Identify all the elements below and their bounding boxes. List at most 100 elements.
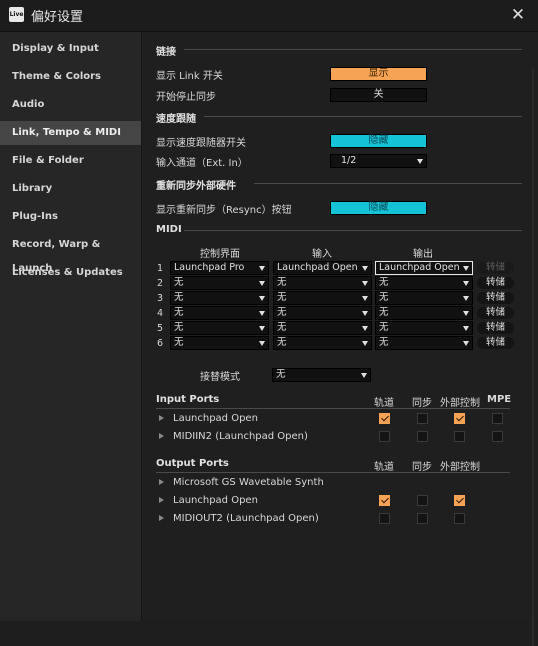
input-sync-checkbox[interactable]: [417, 413, 428, 424]
sidebar-item-plug-ins[interactable]: Plug-Ins: [0, 205, 141, 229]
scrollbar[interactable]: [532, 68, 534, 646]
show-tempo-follower-label: 显示速度跟随器开关: [156, 138, 246, 149]
midi-input-dropdown[interactable]: 无: [273, 306, 372, 320]
output-sync-checkbox[interactable]: [417, 513, 428, 524]
column-control-surface: 控制界面: [200, 249, 240, 260]
show-resync-toggle[interactable]: 隐藏: [330, 201, 427, 215]
dump-button[interactable]: 转储: [477, 307, 514, 319]
midi-output-dropdown[interactable]: 无: [375, 291, 473, 305]
output-track-checkbox[interactable]: [379, 495, 390, 506]
sidebar: Display & Input Theme & Colors Audio Lin…: [0, 32, 142, 621]
sidebar-item-link-tempo-midi[interactable]: Link, Tempo & MIDI: [0, 121, 141, 145]
input-remote-checkbox[interactable]: [454, 431, 465, 442]
divider: [254, 183, 522, 184]
control-surface-dropdown[interactable]: 无: [170, 321, 269, 335]
sidebar-item-file-folder[interactable]: File & Folder: [0, 149, 141, 173]
midi-output-dropdown[interactable]: Launchpad Open: [375, 261, 473, 275]
output-track-checkbox[interactable]: [379, 513, 390, 524]
input-mpe-checkbox[interactable]: [492, 413, 503, 424]
control-surface-dropdown[interactable]: 无: [170, 291, 269, 305]
output-port-name: MIDIOUT2 (Launchpad Open): [173, 513, 319, 524]
input-track-checkbox[interactable]: [379, 413, 390, 424]
show-link-toggle[interactable]: 显示: [330, 67, 427, 81]
show-resync-label: 显示重新同步（Resync）按钮: [156, 205, 292, 216]
sidebar-item-library[interactable]: Library: [0, 177, 141, 201]
midi-input-dropdown[interactable]: 无: [273, 276, 372, 290]
midi-input-dropdown[interactable]: 无: [273, 321, 372, 335]
chevron-down-icon: [362, 281, 368, 286]
row-number: 3: [157, 293, 164, 304]
control-surface-dropdown[interactable]: 无: [170, 276, 269, 290]
divider: [204, 116, 522, 117]
midi-header: MIDI: [156, 224, 182, 235]
title-bar: Live 偏好设置 ✕: [0, 0, 538, 32]
column-input: 输入: [312, 249, 332, 260]
output-remote-checkbox[interactable]: [454, 495, 465, 506]
output-sync-checkbox[interactable]: [417, 495, 428, 506]
sidebar-item-licenses-updates[interactable]: Licenses & Updates: [0, 261, 141, 285]
dump-button[interactable]: 转储: [477, 322, 514, 334]
control-surface-dropdown[interactable]: 无: [170, 336, 269, 350]
chevron-down-icon: [463, 326, 469, 331]
midi-output-dropdown[interactable]: 无: [375, 336, 473, 350]
row-number: 5: [157, 323, 164, 334]
expand-triangle-icon[interactable]: [159, 433, 164, 439]
chevron-down-icon: [362, 311, 368, 316]
input-channel-dropdown[interactable]: 1/2: [330, 154, 427, 168]
chevron-down-icon: [463, 281, 469, 286]
chevron-down-icon: [463, 266, 469, 271]
chevron-down-icon: [259, 266, 265, 271]
chevron-down-icon: [417, 159, 423, 164]
control-surface-dropdown[interactable]: Launchpad Pro: [170, 261, 269, 275]
expand-triangle-icon[interactable]: [159, 515, 164, 521]
midi-output-dropdown[interactable]: 无: [375, 321, 473, 335]
expand-triangle-icon[interactable]: [159, 497, 164, 503]
dump-button[interactable]: 转储: [477, 277, 514, 289]
column-remote: 外部控制: [440, 398, 480, 409]
chevron-down-icon: [259, 311, 265, 316]
show-tempo-follower-toggle[interactable]: 隐藏: [330, 134, 427, 148]
row-number: 6: [157, 338, 164, 349]
output-port-name: Microsoft GS Wavetable Synth: [173, 477, 324, 488]
input-ports-header: Input Ports: [156, 394, 220, 405]
divider: [156, 472, 510, 473]
sidebar-item-display-input[interactable]: Display & Input: [0, 37, 141, 61]
input-remote-checkbox[interactable]: [454, 413, 465, 424]
input-port-name: MIDIIN2 (Launchpad Open): [173, 431, 308, 442]
live-app-icon: Live: [9, 7, 24, 22]
expand-triangle-icon[interactable]: [159, 479, 164, 485]
midi-input-dropdown[interactable]: 无: [273, 336, 372, 350]
midi-input-dropdown[interactable]: 无: [273, 291, 372, 305]
input-port-name: Launchpad Open: [173, 413, 258, 424]
sidebar-item-theme-colors[interactable]: Theme & Colors: [0, 65, 141, 89]
midi-output-dropdown[interactable]: 无: [375, 306, 473, 320]
output-port-name: Launchpad Open: [173, 495, 258, 506]
start-stop-sync-toggle[interactable]: 关: [330, 88, 427, 102]
chevron-down-icon: [259, 281, 265, 286]
close-icon[interactable]: ✕: [508, 4, 528, 26]
preferences-panel: 链接 显示 Link 开关 显示 开始停止同步 关 速度跟随 显示速度跟随器开关…: [142, 32, 538, 646]
midi-input-dropdown[interactable]: Launchpad Open: [273, 261, 372, 275]
input-track-checkbox[interactable]: [379, 431, 390, 442]
chevron-down-icon: [362, 326, 368, 331]
output-remote-checkbox[interactable]: [454, 513, 465, 524]
dump-button[interactable]: 转储: [477, 262, 514, 274]
input-sync-checkbox[interactable]: [417, 431, 428, 442]
midi-output-dropdown[interactable]: 无: [375, 276, 473, 290]
control-surface-dropdown[interactable]: 无: [170, 306, 269, 320]
resync-header: 重新同步外部硬件: [156, 181, 236, 192]
input-mpe-checkbox[interactable]: [492, 431, 503, 442]
takeover-mode-dropdown[interactable]: 无: [272, 368, 371, 382]
column-sync: 同步: [412, 398, 432, 409]
divider: [184, 230, 522, 231]
sidebar-item-audio[interactable]: Audio: [0, 93, 141, 117]
column-sync: 同步: [412, 462, 432, 473]
row-number: 2: [157, 278, 164, 289]
expand-triangle-icon[interactable]: [159, 415, 164, 421]
dump-button[interactable]: 转储: [477, 337, 514, 349]
dump-button[interactable]: 转储: [477, 292, 514, 304]
sidebar-item-record-warp-launch[interactable]: Record, Warp & Launch: [0, 233, 141, 274]
column-mpe: MPE: [487, 394, 512, 405]
chevron-down-icon: [361, 373, 367, 378]
column-output: 输出: [413, 249, 433, 260]
